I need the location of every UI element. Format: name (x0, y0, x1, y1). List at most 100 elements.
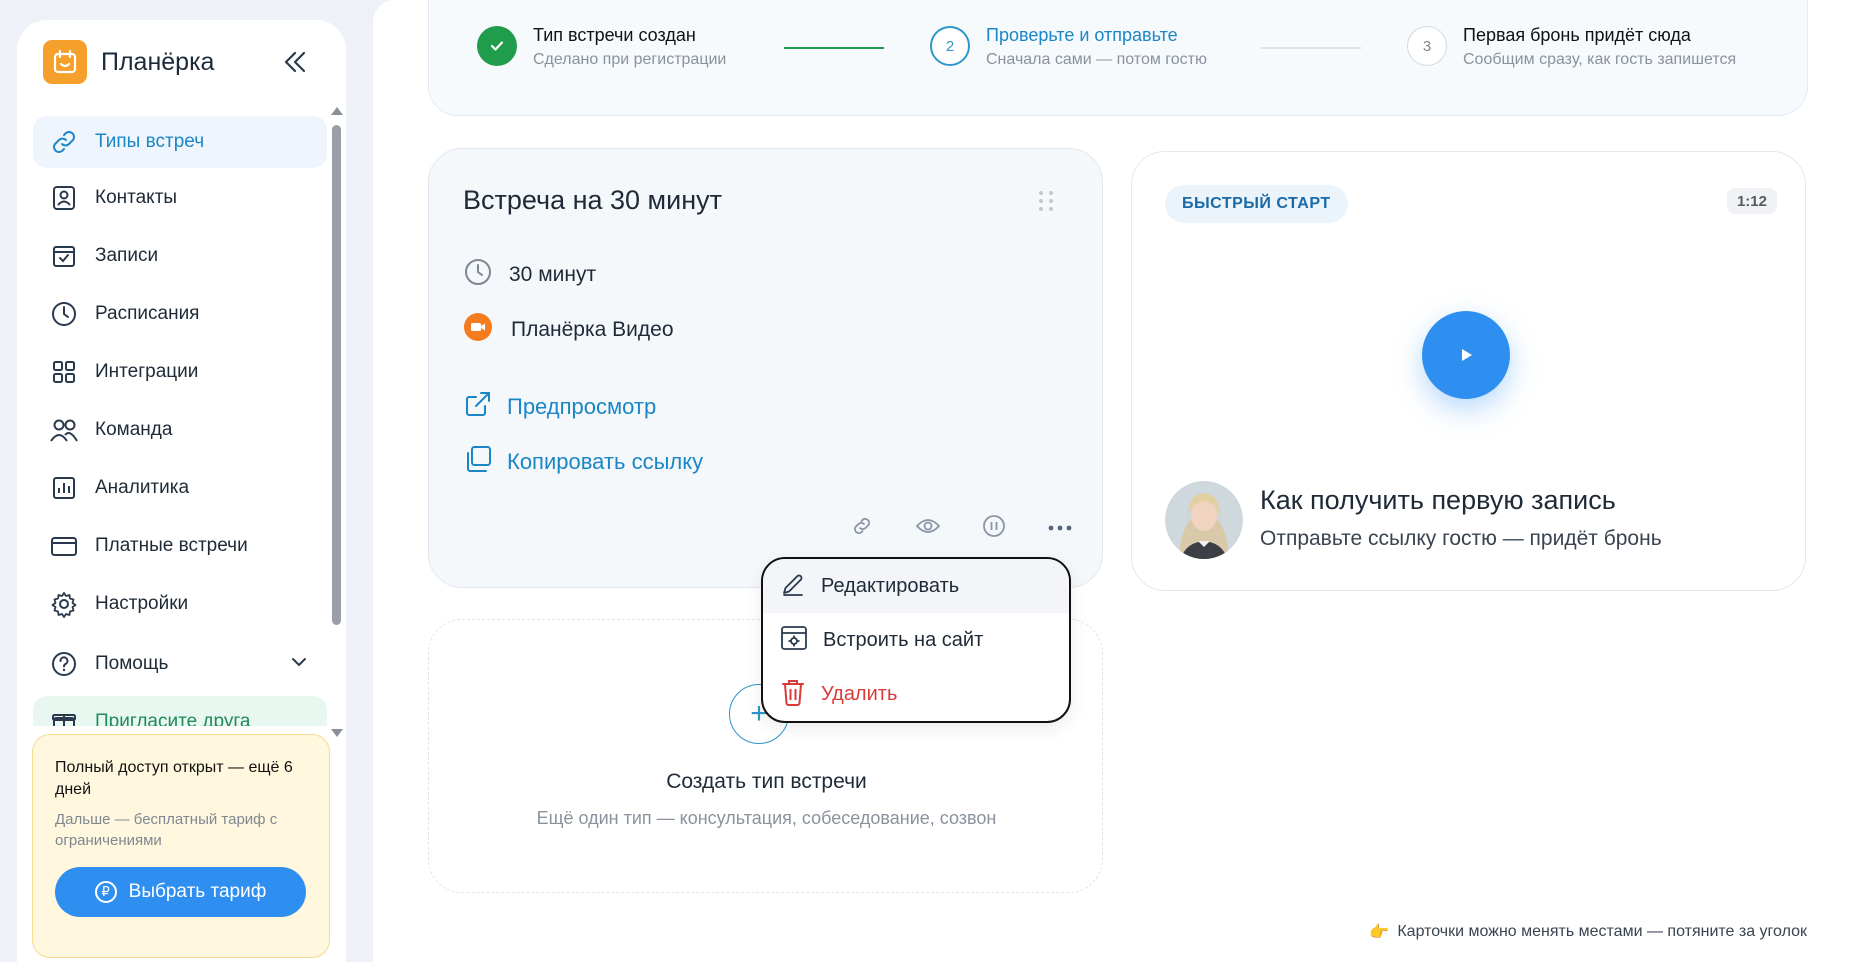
copy-link[interactable]: Копировать ссылку (463, 444, 703, 479)
trial-title: Полный доступ открыт — ещё 6 дней (55, 759, 293, 798)
sidebar-item-team[interactable]: Команда (33, 404, 327, 456)
collapse-sidebar-button[interactable] (279, 46, 311, 78)
location-value: Планёрка Видео (511, 317, 674, 341)
duration-row: 30 минут (463, 257, 596, 292)
copy-link-label: Копировать ссылку (507, 448, 704, 474)
pause-circle-icon (982, 514, 1006, 543)
trial-subtitle: Дальше — бесплатный тариф с ограничениям… (55, 811, 278, 849)
step-number: 2 (930, 26, 970, 66)
hint-text: Карточки можно менять местами — потяните… (1397, 923, 1807, 940)
link-icon (851, 515, 873, 542)
event-title: Встреча на 30 минут (463, 185, 722, 215)
card-actions (829, 513, 1093, 543)
gift-icon (49, 707, 79, 726)
link-icon (49, 127, 79, 157)
duration-value: 30 минут (509, 262, 597, 286)
card-actions-menu: Редактировать Встроить на сайт Удалить (761, 557, 1071, 723)
sidebar: Планёрка Типы встреч Контакты Записи Рас… (17, 20, 346, 962)
preview-label: Предпросмотр (507, 393, 657, 419)
sidebar-item-bookings[interactable]: Записи (33, 230, 327, 282)
menu-item-delete[interactable]: Удалить (763, 667, 1069, 721)
choose-plan-label: Выбрать тариф (128, 881, 267, 902)
event-type-card[interactable]: Встреча на 30 минут 30 минут Планёрка Ви… (428, 148, 1103, 588)
menu-item-label: Редактировать (821, 574, 960, 597)
sidebar-item-label: Пригласите друга (95, 711, 251, 726)
sidebar-item-event-types[interactable]: Типы встреч (33, 116, 327, 168)
sidebar-item-label: Расписания (95, 303, 200, 324)
avatar (1165, 481, 1243, 559)
video-camera-icon (463, 312, 493, 347)
sidebar-item-label: Платные встречи (95, 535, 248, 556)
menu-item-label: Встроить на сайт (823, 628, 984, 651)
clock-icon (463, 257, 493, 292)
sidebar-item-label: Контакты (95, 187, 178, 208)
trial-banner: Полный доступ открыт — ещё 6 дней Дальше… (32, 734, 330, 958)
sidebar-item-contacts[interactable]: Контакты (33, 172, 327, 224)
menu-item-label: Удалить (821, 682, 898, 705)
step-title: Первая бронь придёт сюда (1463, 25, 1691, 45)
sidebar-item-invite-friend[interactable]: Пригласите друга (33, 696, 327, 726)
scrollbar-thumb[interactable] (332, 125, 341, 625)
more-actions-button[interactable] (1027, 513, 1093, 543)
create-title: Создать тип встречи (666, 770, 867, 793)
sidebar-item-label: Интеграции (95, 361, 199, 382)
ruble-icon: ₽ (94, 881, 117, 903)
sidebar-item-label: Записи (95, 245, 159, 266)
step-subtitle: Сначала сами — потом гостю (986, 51, 1207, 68)
preview-action[interactable] (895, 513, 961, 543)
scroll-up-arrow-icon[interactable] (331, 107, 343, 115)
sidebar-item-paid-meetings[interactable]: Платные встречи (33, 520, 327, 572)
preview-link[interactable]: Предпросмотр (463, 389, 656, 424)
calendar-check-icon (49, 241, 79, 271)
scroll-down-arrow-icon[interactable] (331, 729, 343, 737)
quick-start-badge: БЫСТРЫЙ СТАРТ (1165, 185, 1348, 223)
copy-icon (463, 444, 493, 479)
sidebar-item-label: Настройки (95, 593, 189, 614)
team-icon (49, 415, 79, 445)
step-1: Тип встречи создан Сделано при регистрац… (477, 23, 726, 71)
chevron-down-icon (289, 652, 309, 677)
create-subtitle: Ещё один тип — консультация, собеседован… (536, 808, 997, 828)
double-chevron-left-icon (284, 51, 306, 73)
video-duration: 1:12 (1726, 188, 1777, 214)
play-button[interactable] (1422, 311, 1510, 399)
grid-icon (49, 357, 79, 387)
step-connector-pending (1261, 47, 1361, 49)
brand-name: Планёрка (101, 47, 215, 76)
trash-icon (779, 677, 807, 712)
sidebar-item-label: Команда (95, 419, 173, 440)
play-icon (1462, 349, 1472, 361)
brand[interactable]: Планёрка (43, 40, 214, 84)
sidebar-scrollbar[interactable] (330, 107, 343, 737)
step-2: 2 Проверьте и отправьте Сначала сами — п… (930, 23, 1207, 71)
bar-chart-icon (49, 473, 79, 503)
sidebar-item-integrations[interactable]: Интеграции (33, 346, 327, 398)
pointing-hand-icon: 👉 (1369, 924, 1390, 941)
sidebar-item-settings[interactable]: Настройки (33, 578, 327, 630)
main-content: Тип встречи создан Сделано при регистрац… (373, 0, 1873, 962)
location-row: Планёрка Видео (463, 312, 674, 347)
sidebar-item-analytics[interactable]: Аналитика (33, 462, 327, 514)
pause-action[interactable] (961, 513, 1027, 543)
eye-icon (915, 516, 941, 541)
more-dots-icon (1047, 519, 1073, 537)
drag-handle-icon[interactable] (1037, 189, 1055, 218)
quick-start-video-card: БЫСТРЫЙ СТАРТ 1:12 Как получить первую з… (1131, 151, 1806, 591)
calendar-logo-icon (43, 40, 87, 84)
credit-card-icon (49, 531, 79, 561)
menu-item-embed[interactable]: Встроить на сайт (763, 613, 1069, 667)
check-icon (477, 26, 517, 66)
menu-item-edit[interactable]: Редактировать (763, 559, 1069, 613)
gear-icon (49, 589, 79, 619)
choose-plan-button[interactable]: ₽ Выбрать тариф (55, 867, 306, 917)
sidebar-item-schedules[interactable]: Расписания (33, 288, 327, 340)
sidebar-item-label: Типы встреч (95, 131, 205, 152)
copy-link-action[interactable] (829, 513, 895, 543)
step-title: Тип встречи создан (533, 25, 696, 45)
embed-code-icon (779, 623, 809, 658)
video-title: Как получить первую запись (1260, 485, 1616, 515)
step-3: 3 Первая бронь придёт сюда Сообщим сразу… (1407, 23, 1736, 71)
step-number: 3 (1407, 26, 1447, 66)
sidebar-item-help[interactable]: Помощь (33, 638, 327, 690)
step-connector-done (784, 47, 884, 49)
